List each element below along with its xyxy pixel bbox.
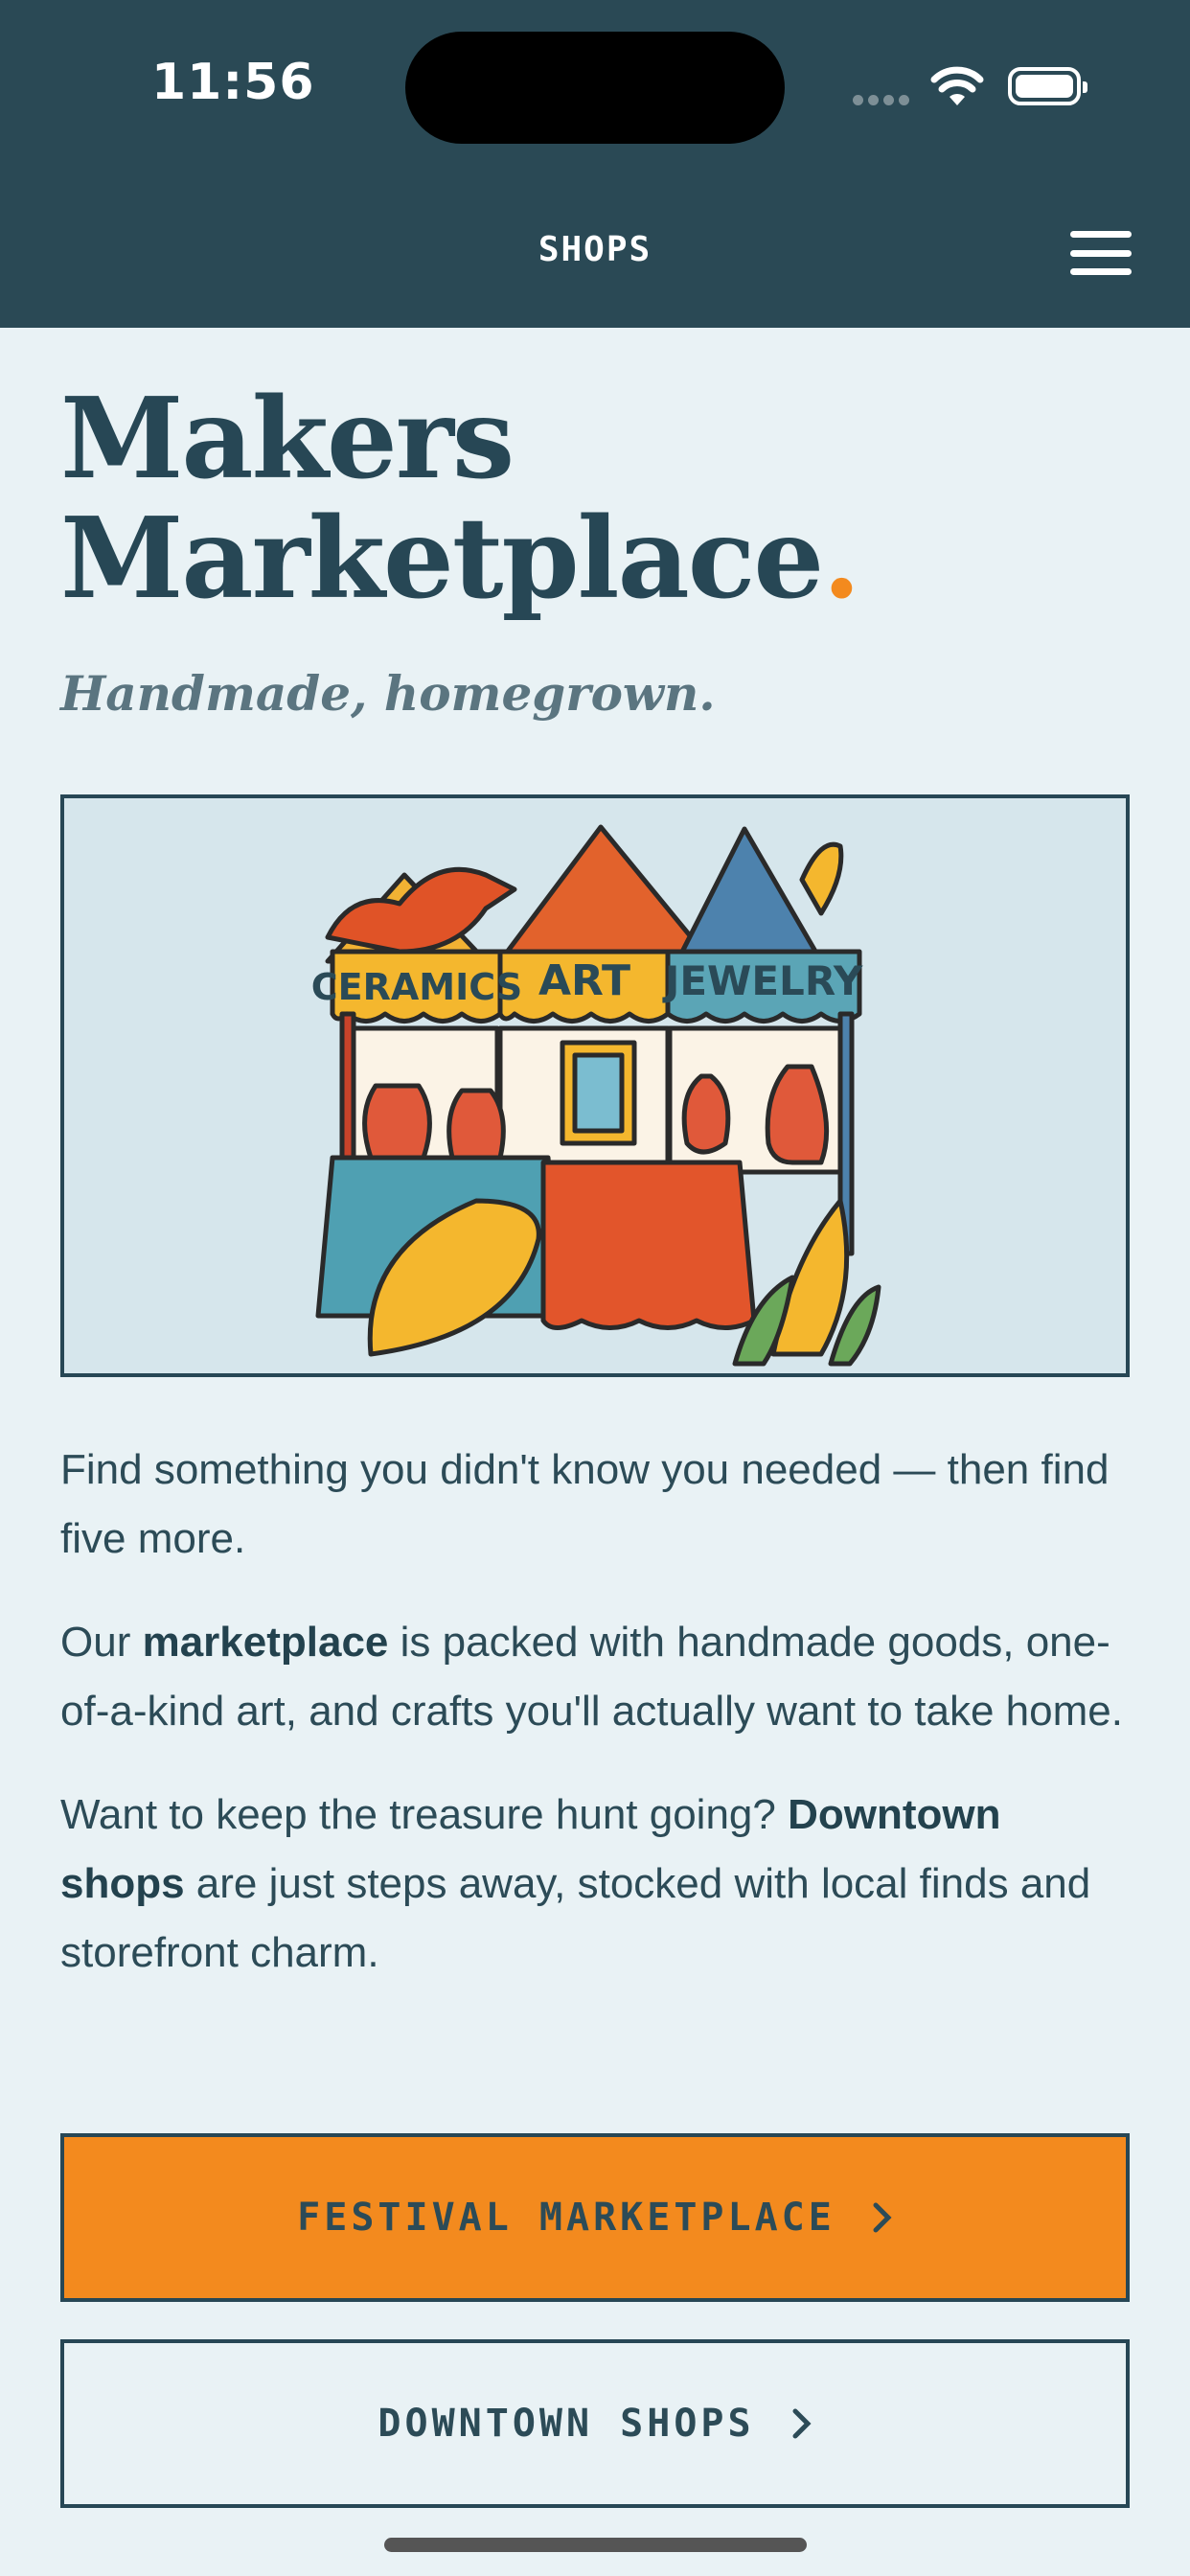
stall-label-jewelry: JEWELRY	[662, 957, 863, 1004]
stall-label-art: ART	[538, 956, 630, 1005]
page-title: Makers Marketplace.	[60, 380, 861, 619]
header-bar: 11:56 SHOPS	[0, 0, 1190, 328]
paragraph-intro: Find something you didn't know you neede…	[60, 1446, 1110, 1562]
page-title-line1: Makers	[60, 374, 515, 504]
hero-illustration: CERAMICS ART JEWELRY	[60, 794, 1130, 1377]
status-time: 11:56	[151, 54, 315, 111]
paragraph-marketplace: Our marketplace is packed with handmade …	[60, 1608, 1133, 1746]
market-stalls-illustration: CERAMICS ART JEWELRY	[311, 824, 881, 1367]
paragraph-text: Want to keep the treasure hunt going?	[60, 1791, 789, 1838]
bold-marketplace: marketplace	[142, 1619, 389, 1666]
title-accent-dot: .	[822, 494, 860, 624]
cellular-signal-icon	[853, 93, 914, 110]
dynamic-island	[405, 32, 785, 144]
nav-title: SHOPS	[538, 230, 652, 269]
paragraph-text: Our	[60, 1619, 143, 1666]
chevron-right-icon	[792, 2408, 812, 2439]
stall-label-ceramics: CERAMICS	[311, 966, 522, 1008]
home-indicator[interactable]	[384, 2538, 807, 2552]
paragraph-text: are just steps away, stocked with local …	[60, 1860, 1091, 1976]
downtown-shops-button[interactable]: DOWNTOWN SHOPS	[60, 2339, 1130, 2508]
page-title-line2: Marketplace	[60, 494, 824, 624]
downtown-shops-label: DOWNTOWN SHOPS	[378, 2402, 755, 2446]
festival-marketplace-button[interactable]: FESTIVAL MARKETPLACE	[60, 2133, 1130, 2302]
festival-marketplace-label: FESTIVAL MARKETPLACE	[297, 2196, 835, 2240]
page-subtitle: Handmade, homegrown.	[60, 665, 716, 722]
paragraph-downtown: Want to keep the treasure hunt going? Do…	[60, 1781, 1133, 1988]
chevron-right-icon	[873, 2202, 892, 2233]
hamburger-menu-icon[interactable]	[1070, 231, 1132, 275]
battery-icon	[1008, 67, 1087, 105]
body-copy: Find something you didn't know you neede…	[60, 1436, 1133, 2022]
wifi-icon	[930, 66, 984, 105]
